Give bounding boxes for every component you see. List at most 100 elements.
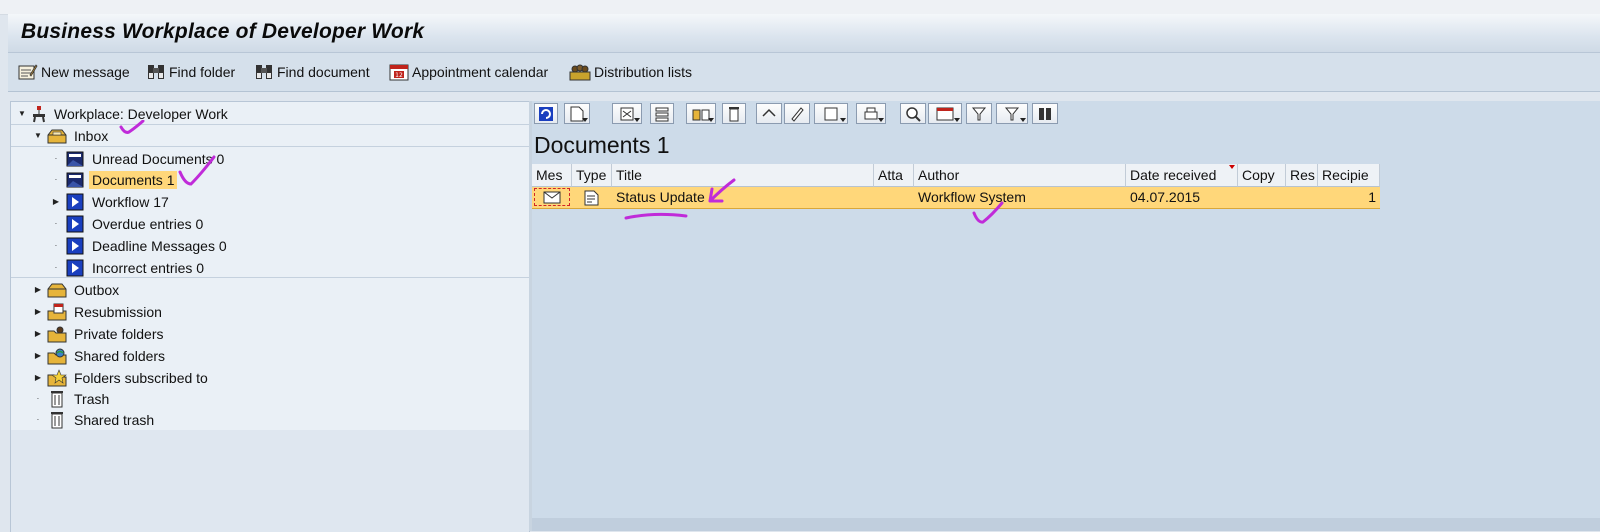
expand-arrow-icon[interactable]: ▶ xyxy=(33,307,43,317)
leaf-dot-icon: · xyxy=(54,154,58,163)
move-button[interactable] xyxy=(686,103,716,124)
tree-node-subscribed-folders[interactable]: ▶ Folders subscribed to xyxy=(33,367,211,388)
find-button[interactable] xyxy=(1032,103,1058,124)
send-button[interactable] xyxy=(612,103,642,124)
attachment-button[interactable] xyxy=(814,103,848,124)
tree-node-label: Outbox xyxy=(74,281,120,298)
expand-arrow-icon[interactable]: ▶ xyxy=(33,329,43,339)
attachment-icon xyxy=(824,107,838,120)
new-message-label: New message xyxy=(41,64,130,80)
workflow-icon xyxy=(66,193,84,210)
column-header-date-received[interactable]: Date received xyxy=(1126,164,1238,187)
table-cell-type[interactable] xyxy=(572,187,612,209)
find-folder-button[interactable]: Find folder xyxy=(146,61,235,83)
table-cell-recipients: 1 xyxy=(1318,187,1380,209)
tree-node-resubmission[interactable]: ▶ Resubmission xyxy=(33,301,165,322)
title-bar: Business Workplace of Developer Work xyxy=(8,14,1600,53)
column-header-resubmission[interactable]: Res xyxy=(1286,164,1318,187)
collapse-arrow-icon[interactable]: ▼ xyxy=(17,109,27,119)
document-list-icon xyxy=(66,151,84,166)
workflow-icon xyxy=(66,237,84,254)
tree-node-label: Trash xyxy=(74,390,110,407)
new-message-button[interactable]: New message xyxy=(18,61,130,83)
dropdown-arrow-icon xyxy=(840,118,846,122)
tree-node-workflow[interactable]: ▶ Workflow 17 xyxy=(51,191,172,212)
svg-text:12: 12 xyxy=(395,72,403,79)
column-header-author[interactable]: Author xyxy=(914,164,1126,187)
forward-button[interactable] xyxy=(756,103,782,124)
dropdown-arrow-icon xyxy=(582,118,588,122)
print-list-button[interactable] xyxy=(650,103,674,124)
tree-node-workplace[interactable]: ▼ Workplace: Developer Work xyxy=(17,103,231,124)
edit-button[interactable] xyxy=(784,103,810,124)
binoculars-icon xyxy=(148,65,164,79)
expand-arrow-icon[interactable]: ▶ xyxy=(33,351,43,361)
column-header-copy[interactable]: Copy xyxy=(1238,164,1286,187)
table-cell-attachment xyxy=(874,187,914,209)
annotation-underline-icon xyxy=(624,212,688,220)
dropdown-arrow-icon xyxy=(878,118,884,122)
table-cell-author[interactable]: Workflow System xyxy=(914,187,1126,209)
shared-folder-icon xyxy=(47,348,67,364)
table-cell-title[interactable]: Status Update xyxy=(612,187,874,209)
tree-divider xyxy=(11,277,529,278)
layout-button[interactable] xyxy=(928,103,962,124)
horizontal-scrollbar[interactable] xyxy=(532,518,1600,531)
tree-node-label: Documents 1 xyxy=(89,170,178,189)
tree-node-documents[interactable]: · Documents 1 xyxy=(51,169,178,190)
trash-icon xyxy=(729,106,739,121)
sort-indicator-icon xyxy=(1229,165,1235,169)
column-header-recipients[interactable]: Recipie xyxy=(1318,164,1380,187)
window-title: Business Workplace of Developer Work xyxy=(21,20,425,43)
table-cell-date-received[interactable]: 04.07.2015 xyxy=(1126,187,1238,209)
table-cell-message-type[interactable] xyxy=(532,187,572,209)
folder-tree-panel: ▼ Workplace: Developer Work ▼ Inbox · Un… xyxy=(10,101,530,532)
collapse-arrow-icon[interactable]: ▼ xyxy=(33,131,43,141)
distribution-lists-button[interactable]: Distribution lists xyxy=(569,61,692,83)
delete-button[interactable] xyxy=(722,103,746,124)
refresh-button[interactable] xyxy=(534,103,558,124)
stack-icon xyxy=(655,107,669,121)
details-button[interactable] xyxy=(900,103,926,124)
print-button[interactable] xyxy=(856,103,886,124)
create-document-button[interactable] xyxy=(564,103,590,124)
printer-icon xyxy=(864,107,878,119)
filter-button[interactable] xyxy=(966,103,992,124)
expand-arrow-icon[interactable]: ▶ xyxy=(51,197,61,207)
trash-icon xyxy=(51,411,63,428)
column-header-mes[interactable]: Mes xyxy=(532,164,572,187)
tree-node-label: Unread Documents 0 xyxy=(92,150,225,167)
expand-arrow-icon[interactable]: ▶ xyxy=(33,373,43,383)
outbox-icon xyxy=(47,283,67,297)
send-icon xyxy=(620,107,634,120)
tree-node-shared-trash[interactable]: · Shared trash xyxy=(33,409,157,430)
distribution-lists-label: Distribution lists xyxy=(594,64,693,80)
tree-node-label: Incorrect entries 0 xyxy=(92,259,205,276)
tree-node-overdue-entries[interactable]: · Overdue entries 0 xyxy=(51,213,206,234)
column-header-label: Date received xyxy=(1130,167,1217,183)
leaf-dot-icon: · xyxy=(54,263,58,272)
appointment-calendar-button[interactable]: 12 Appointment calendar xyxy=(389,61,548,83)
tree-node-inbox[interactable]: ▼ Inbox xyxy=(33,125,111,146)
tree-node-outbox[interactable]: ▶ Outbox xyxy=(33,279,122,300)
tree-node-deadline-messages[interactable]: · Deadline Messages 0 xyxy=(51,235,230,256)
column-header-type[interactable]: Type xyxy=(572,164,612,187)
tree-node-label: Overdue entries 0 xyxy=(92,215,204,232)
trash-icon xyxy=(51,390,63,407)
inbox-icon xyxy=(47,129,67,143)
tree-node-label: Folders subscribed to xyxy=(74,369,208,386)
tree-node-private-folders[interactable]: ▶ Private folders xyxy=(33,323,166,344)
column-header-attachment[interactable]: Atta xyxy=(874,164,914,187)
tree-node-unread-documents[interactable]: · Unread Documents 0 xyxy=(51,148,227,169)
tree-node-shared-folders[interactable]: ▶ Shared folders xyxy=(33,345,168,366)
tree-node-label: Shared trash xyxy=(74,411,155,428)
tree-node-incorrect-entries[interactable]: · Incorrect entries 0 xyxy=(51,257,207,278)
tree-node-trash[interactable]: · Trash xyxy=(33,388,112,409)
find-document-button[interactable]: Find document xyxy=(254,61,370,83)
column-header-title[interactable]: Title xyxy=(612,164,874,187)
leaf-dot-icon: · xyxy=(54,241,58,250)
private-folder-icon xyxy=(47,326,67,342)
set-filter-button[interactable] xyxy=(996,103,1028,124)
filter-icon xyxy=(1004,107,1020,120)
expand-arrow-icon[interactable]: ▶ xyxy=(33,285,43,295)
